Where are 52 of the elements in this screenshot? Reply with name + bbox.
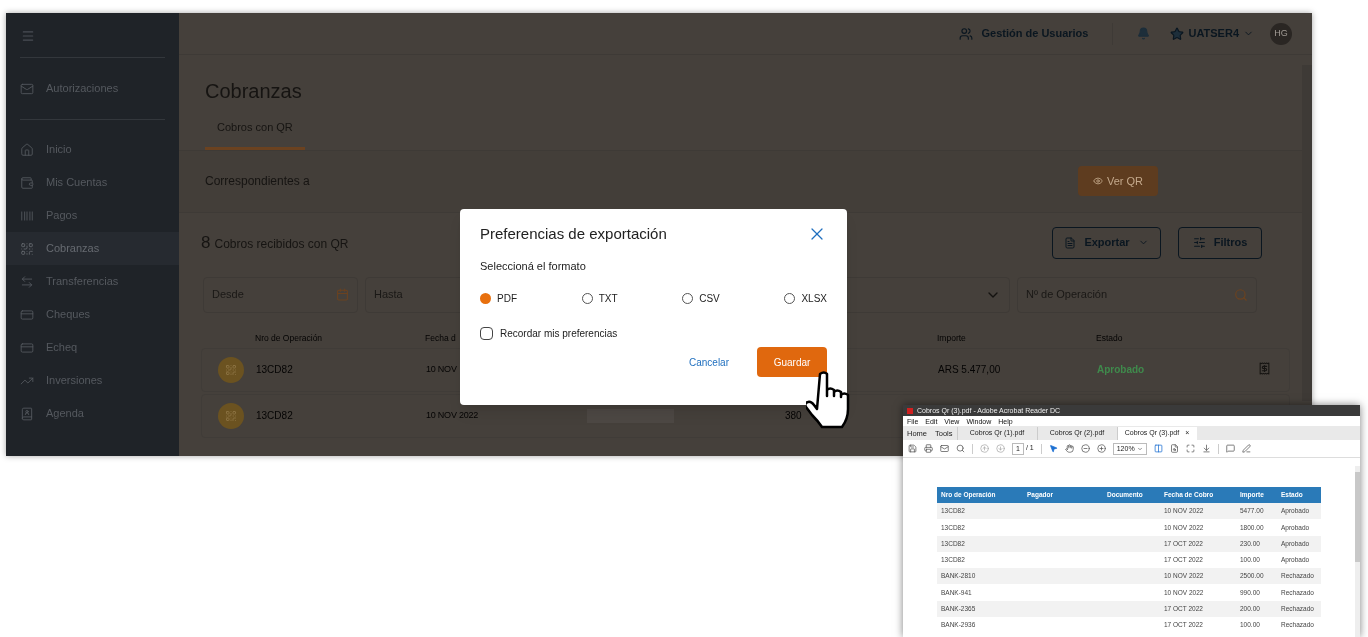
- status-label: Aprobado: [1097, 363, 1145, 377]
- save-icon[interactable]: [908, 444, 917, 453]
- star-icon: [1170, 26, 1185, 41]
- format-radio[interactable]: XLSX: [784, 291, 827, 306]
- card-icon: [20, 340, 34, 355]
- pointer-icon[interactable]: [1048, 444, 1058, 453]
- calendar-icon: [336, 288, 349, 301]
- cancel-link[interactable]: Cancelar: [688, 354, 729, 370]
- dialog-title: Preferencias de exportación: [480, 224, 667, 244]
- format-radio[interactable]: CSV: [682, 291, 720, 306]
- page-icon[interactable]: [1169, 444, 1179, 453]
- table-cell-text: 13CD82: [256, 409, 294, 423]
- search-icon[interactable]: [956, 444, 965, 453]
- qr-code-icon: [20, 241, 34, 256]
- save-button[interactable]: Guardar: [757, 347, 827, 377]
- table-cell: 380: [785, 410, 802, 421]
- eye-icon: [1092, 176, 1103, 186]
- zoom-in-icon[interactable]: [1096, 444, 1106, 453]
- arrows-icon: [20, 274, 34, 289]
- pen-icon[interactable]: [1241, 444, 1251, 453]
- qr-badge-icon: [218, 402, 244, 429]
- avatar[interactable]: HG: [1270, 22, 1292, 45]
- card-icon: [20, 307, 34, 322]
- comment-icon[interactable]: [1225, 444, 1235, 453]
- format-radio[interactable]: PDF: [480, 291, 517, 306]
- search-icon: [1234, 287, 1248, 302]
- scrollbar[interactable]: [1355, 466, 1360, 637]
- sliders-icon: [1192, 236, 1206, 249]
- dialog-subtitle: Seleccioná el formato: [480, 258, 587, 274]
- fullscreen-icon[interactable]: [1185, 444, 1195, 453]
- chevron-down-icon: [1136, 445, 1143, 452]
- table-cell: ARS 5.477,00: [938, 364, 1001, 375]
- contact-book-icon: [20, 406, 34, 421]
- document-icon: [1064, 236, 1077, 249]
- mail-icon[interactable]: [940, 444, 949, 453]
- users-icon: [959, 26, 974, 41]
- table-cell-text: 13CD82: [256, 363, 294, 377]
- remember-checkbox[interactable]: Recordar mis preferencias: [480, 326, 827, 341]
- format-radio[interactable]: TXT: [581, 291, 618, 306]
- view-qr-button[interactable]: Ver QR: [1078, 166, 1158, 196]
- envelope-icon: [20, 81, 34, 96]
- app-icon: [907, 407, 913, 414]
- hand-icon[interactable]: [1064, 444, 1074, 453]
- download-icon[interactable]: [1201, 444, 1211, 453]
- zoom-out-icon[interactable]: [1080, 444, 1090, 453]
- print-icon[interactable]: [924, 444, 933, 453]
- fit-icon[interactable]: [1153, 444, 1163, 453]
- qr-badge-icon: [218, 356, 244, 383]
- scrollbar[interactable]: [1302, 65, 1312, 401]
- wallet-icon: [20, 175, 34, 190]
- barcode-icon: [20, 208, 34, 223]
- house-icon: [20, 142, 34, 157]
